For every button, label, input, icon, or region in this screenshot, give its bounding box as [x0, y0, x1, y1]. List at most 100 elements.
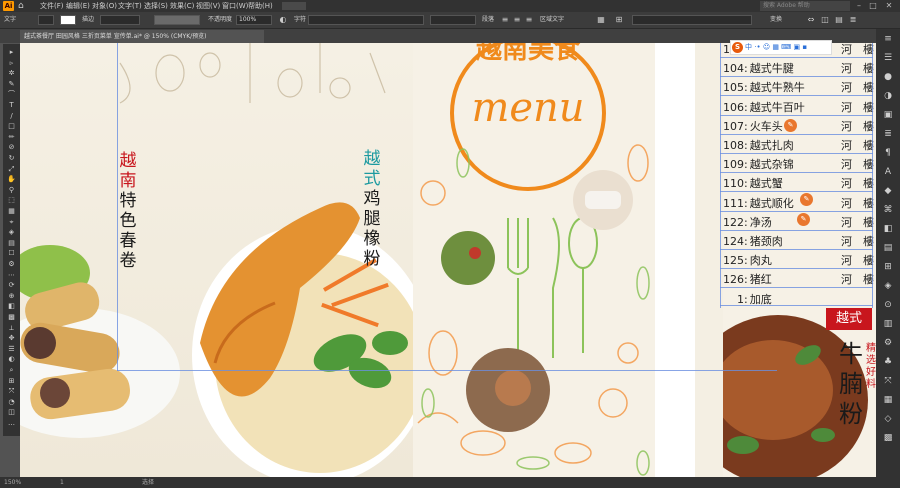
- direct-selection-tool-icon[interactable]: ▹: [6, 59, 17, 68]
- close-icon[interactable]: ✕: [882, 0, 896, 12]
- flip-icon[interactable]: ⇔: [806, 15, 816, 25]
- artboard-canvas[interactable]: 越 南 特 色 春 卷 越 式 鸡 腿 橡 粉 越南美食 menu 越式 牛 腩…: [20, 43, 876, 477]
- artboard-number[interactable]: 1: [60, 477, 64, 488]
- zoom-level[interactable]: 150%: [4, 477, 21, 488]
- navigator-icon[interactable]: ▩: [882, 432, 894, 444]
- libraries-icon[interactable]: ♣: [882, 356, 894, 368]
- free-transform-icon[interactable]: ⚲: [6, 186, 17, 195]
- links-icon[interactable]: ⤧: [882, 375, 894, 387]
- font-size-select[interactable]: [430, 15, 476, 25]
- align-left-icon[interactable]: ≡: [500, 15, 510, 25]
- color-guide-icon[interactable]: ◑: [882, 90, 894, 102]
- pencil-tool-icon[interactable]: ✏: [6, 133, 17, 142]
- pathfinder-icon[interactable]: ▥: [882, 318, 894, 330]
- shape-builder-icon[interactable]: ⬚: [6, 196, 17, 205]
- paragraph-label[interactable]: 段落: [482, 15, 494, 25]
- area-text-options-icon[interactable]: ▦: [596, 15, 606, 25]
- curvature-tool-icon[interactable]: ⌒: [6, 90, 17, 99]
- align-objects-icon[interactable]: ⊞: [614, 15, 624, 25]
- slice-tool-icon[interactable]: ⊕: [6, 292, 17, 301]
- tool-icon[interactable]: ◔: [6, 398, 17, 407]
- hand-tool-icon[interactable]: ◧: [6, 302, 17, 311]
- magic-wand-icon[interactable]: ✲: [6, 69, 17, 78]
- workspace-switcher[interactable]: [282, 2, 306, 10]
- menu-effect[interactable]: 效果(C): [170, 0, 194, 12]
- transform-icon[interactable]: ⚙: [882, 337, 894, 349]
- swatches-icon[interactable]: ▣: [882, 109, 894, 121]
- maximize-icon[interactable]: □: [866, 0, 880, 12]
- isolate-icon[interactable]: ◫: [820, 15, 830, 25]
- graphic-styles-icon[interactable]: ⌘: [882, 204, 894, 216]
- scale-tool-icon[interactable]: ⤢: [6, 165, 17, 174]
- help-search-input[interactable]: 搜索 Adobe 帮助: [760, 1, 850, 11]
- color-mode-icon[interactable]: ☰: [6, 345, 17, 354]
- recolor-icon[interactable]: ◐: [278, 15, 288, 25]
- menu-select[interactable]: 选择(S): [144, 0, 168, 12]
- draw-mode-icon[interactable]: ◐: [6, 355, 17, 364]
- variable-width-profile[interactable]: [154, 15, 200, 25]
- minimize-icon[interactable]: –: [852, 0, 866, 12]
- eyedropper-tool-icon[interactable]: ▤: [6, 239, 17, 248]
- fill-color-swatch[interactable]: [38, 15, 54, 25]
- symbol-sprayer-icon[interactable]: ⚙: [6, 260, 17, 269]
- tool-icon[interactable]: ⤧: [6, 387, 17, 396]
- annotation-bubble[interactable]: ✎: [784, 119, 797, 132]
- brushes-icon[interactable]: ≣: [882, 128, 894, 140]
- ime-logo[interactable]: S: [732, 42, 743, 53]
- align-icon[interactable]: ⊙: [882, 299, 894, 311]
- mesh-tool-icon[interactable]: ⌖: [6, 218, 17, 227]
- paragraph-icon[interactable]: ¶: [882, 147, 894, 159]
- menu-file[interactable]: 文件(F): [40, 0, 64, 12]
- menu-edit[interactable]: 编辑(E): [66, 0, 90, 12]
- blend-tool-icon[interactable]: ☐: [6, 249, 17, 258]
- transparency-icon[interactable]: ◈: [882, 280, 894, 292]
- menu-type[interactable]: 文字(T): [118, 0, 142, 12]
- transform-label[interactable]: 变换: [770, 15, 782, 25]
- swap-colors-icon[interactable]: ✥: [6, 334, 17, 343]
- artboards-icon[interactable]: ▦: [882, 394, 894, 406]
- ime-toolbar[interactable]: S中 ·• ☺ ▦ ⌨ ▣ ▪: [730, 40, 832, 55]
- area-text-label[interactable]: 区域文字: [540, 15, 564, 25]
- annotation-bubble[interactable]: ✎: [797, 213, 810, 226]
- symbols-icon[interactable]: ◆: [882, 185, 894, 197]
- color-icon[interactable]: ●: [882, 71, 894, 83]
- tool-icon[interactable]: ◫: [6, 408, 17, 417]
- rotate-tool-icon[interactable]: ↻: [6, 154, 17, 163]
- pen-tool-icon[interactable]: ✎: [6, 80, 17, 89]
- menu-help[interactable]: 帮助(H): [248, 0, 273, 12]
- perspective-grid-icon[interactable]: ▦: [6, 207, 17, 216]
- gradient-icon[interactable]: ⊞: [882, 261, 894, 273]
- asset-export-icon[interactable]: ◇: [882, 413, 894, 425]
- character-label[interactable]: 字符: [294, 15, 306, 25]
- opacity-input[interactable]: 100%: [236, 15, 272, 25]
- character-icon[interactable]: A: [882, 166, 894, 178]
- ime-icons[interactable]: ·• ☺ ▦ ⌨ ▣ ▪: [754, 43, 807, 51]
- column-graph-icon[interactable]: ⋯: [6, 271, 17, 280]
- warp-tool-icon[interactable]: ✋: [6, 175, 17, 184]
- type-tool-icon[interactable]: T: [6, 101, 17, 110]
- screen-mode-icon[interactable]: ⌕: [6, 366, 17, 375]
- menu-view[interactable]: 视图(V): [196, 0, 220, 12]
- selection-tool-icon[interactable]: ▸: [6, 48, 17, 57]
- panel-menu-icon[interactable]: ≣: [848, 15, 858, 25]
- appearance-icon[interactable]: ◧: [882, 223, 894, 235]
- ime-lang[interactable]: 中: [745, 43, 752, 51]
- stroke-weight-input[interactable]: [100, 15, 140, 25]
- annotation-bubble[interactable]: ✎: [800, 193, 813, 206]
- menu-window[interactable]: 窗口(W): [222, 0, 248, 12]
- home-icon[interactable]: ⌂: [18, 0, 28, 12]
- edit-toolbar-icon[interactable]: ⊞: [6, 377, 17, 386]
- more-options-icon[interactable]: ▤: [834, 15, 844, 25]
- stroke-icon[interactable]: ▤: [882, 242, 894, 254]
- eraser-tool-icon[interactable]: ⊘: [6, 143, 17, 152]
- stroke-color-swatch[interactable]: [60, 15, 76, 25]
- menu-object[interactable]: 对象(O): [92, 0, 117, 12]
- rectangle-tool-icon[interactable]: □: [6, 122, 17, 131]
- fill-stroke-icon[interactable]: ⟂: [6, 324, 17, 333]
- zoom-tool-icon[interactable]: ▩: [6, 313, 17, 322]
- align-center-icon[interactable]: ≡: [512, 15, 522, 25]
- gradient-tool-icon[interactable]: ◈: [6, 228, 17, 237]
- line-tool-icon[interactable]: /: [6, 112, 17, 121]
- align-right-icon[interactable]: ≡: [524, 15, 534, 25]
- reference-point-area[interactable]: [632, 15, 752, 25]
